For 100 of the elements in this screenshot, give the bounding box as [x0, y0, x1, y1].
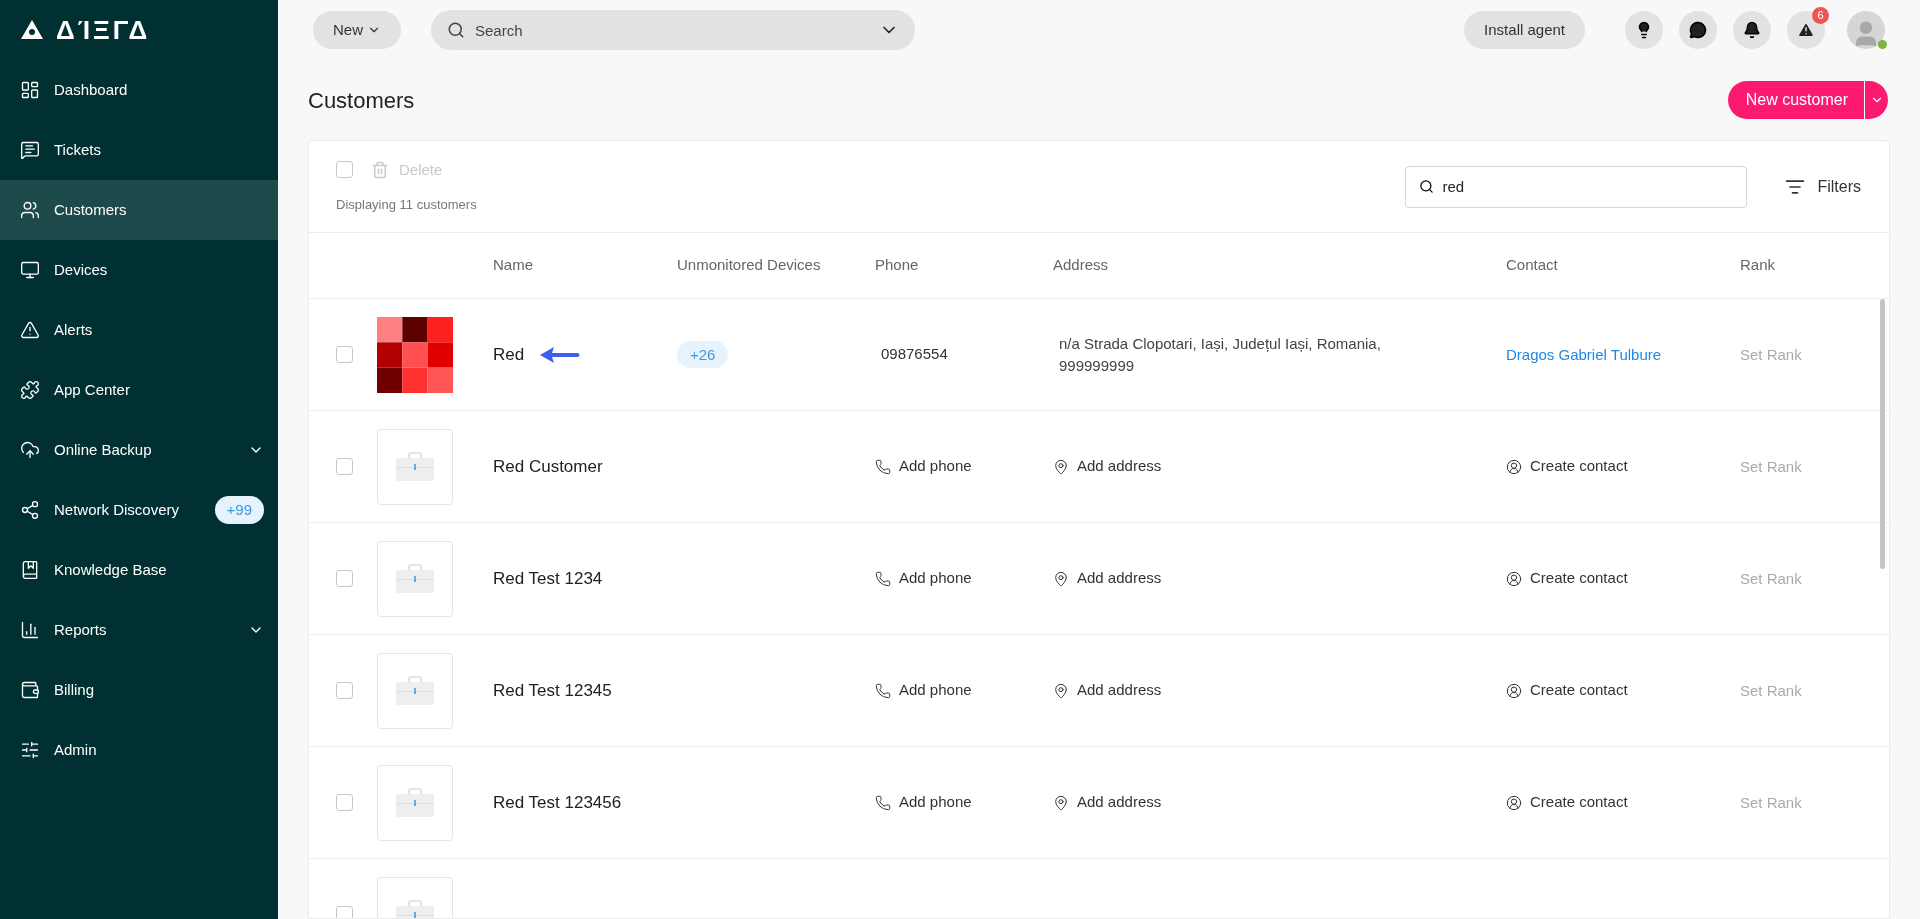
sidebar-item[interactable]: App Center — [0, 360, 278, 420]
sidebar-item[interactable]: Reports — [0, 600, 278, 660]
search-icon — [447, 21, 465, 39]
sidebar-label: Dashboard — [54, 79, 129, 100]
warning-icon — [1797, 21, 1815, 39]
sidebar-item[interactable]: Network Discovery +99 — [0, 480, 278, 540]
sliders-icon — [20, 740, 40, 760]
sidebar-label: App Center — [54, 379, 131, 400]
add-address-link[interactable]: Add address — [1053, 455, 1162, 478]
new-button[interactable]: New — [313, 11, 401, 49]
network-icon — [20, 500, 40, 520]
sidebar-label: Reports — [54, 619, 108, 640]
customer-name[interactable]: Red Test 12345 — [493, 677, 612, 704]
users-icon — [20, 200, 40, 220]
briefcase-logo-icon — [377, 652, 453, 729]
checkbox[interactable] — [336, 682, 353, 699]
checkbox[interactable] — [336, 458, 353, 475]
add-phone-link[interactable]: Add phone — [875, 791, 972, 814]
column-header: Address — [1053, 256, 1109, 274]
sidebar-item[interactable]: Billing — [0, 660, 278, 720]
customer-name[interactable]: Red Customer — [493, 453, 603, 480]
map-pin-icon — [1053, 794, 1069, 811]
bell-icon — [1743, 21, 1761, 39]
map-pin-icon — [1053, 570, 1069, 587]
checkbox[interactable] — [336, 794, 353, 811]
create-contact-link[interactable]: Create contact — [1506, 679, 1628, 702]
create-contact-link[interactable]: Create contact — [1506, 567, 1628, 590]
trash-icon — [371, 160, 389, 179]
phone-icon — [875, 570, 891, 587]
result-count: Displaying 11 customers — [336, 196, 477, 214]
customer-name[interactable]: Red Test 123456 — [493, 789, 622, 816]
sidebar-item[interactable]: Dashboard — [0, 60, 278, 120]
sidebar-item[interactable]: Customers — [0, 180, 278, 240]
user-circle-icon — [1506, 794, 1522, 811]
monitor-icon — [20, 260, 40, 280]
map-pin-icon — [1053, 458, 1069, 475]
chat-button[interactable] — [1679, 11, 1717, 49]
create-contact-link[interactable]: Create contact — [1506, 791, 1628, 814]
logo-icon — [20, 19, 44, 41]
checkbox[interactable] — [336, 346, 353, 363]
filters-button[interactable]: Filters — [1785, 174, 1861, 199]
sidebar-item[interactable]: Knowledge Base — [0, 540, 278, 600]
customer-name[interactable]: Red Test 1234 — [493, 565, 603, 592]
add-address-link[interactable]: Add address — [1053, 791, 1162, 814]
phone-icon — [875, 458, 891, 475]
sidebar-label: Online Backup — [54, 439, 153, 460]
add-address-link[interactable]: Add address — [1053, 567, 1162, 590]
add-phone-link[interactable]: Add phone — [875, 679, 972, 702]
new-customer-button[interactable]: New customer — [1727, 81, 1864, 119]
sidebar-item[interactable]: Online Backup — [0, 420, 278, 480]
sidebar-label: Alerts — [54, 319, 94, 340]
brand-logo: ΔΊΞΓΔ — [56, 13, 151, 47]
add-phone-link[interactable]: Add phone — [875, 455, 972, 478]
bar-chart-icon — [20, 620, 40, 640]
sidebar-label: Devices — [54, 259, 109, 280]
add-phone-link[interactable]: Add phone — [875, 567, 972, 590]
sidebar-label: Network Discovery — [54, 499, 181, 520]
phone-icon — [875, 794, 891, 811]
customer-name[interactable]: Red — [493, 341, 525, 368]
checkbox[interactable] — [336, 906, 353, 918]
sidebar-item[interactable]: Devices — [0, 240, 278, 300]
briefcase-logo-icon — [377, 428, 453, 505]
pixel-logo-icon — [377, 316, 453, 393]
checkbox[interactable] — [336, 161, 353, 179]
column-header: Phone — [875, 256, 919, 274]
sidebar-label: Admin — [54, 739, 98, 760]
notifications-button[interactable] — [1733, 11, 1771, 49]
count-badge: +99 — [214, 495, 264, 525]
book-icon — [20, 560, 40, 580]
column-header: Contact — [1506, 256, 1558, 274]
column-header: Rank — [1740, 256, 1776, 274]
briefcase-logo-icon — [377, 540, 453, 617]
sidebar-label: Tickets — [54, 139, 102, 160]
dropdown-button[interactable] — [1864, 81, 1888, 119]
create-contact-link[interactable]: Create contact — [1506, 455, 1628, 478]
warning-icon — [20, 320, 40, 340]
sidebar-item[interactable]: Tickets — [0, 120, 278, 180]
address-text: n/a Strada Clopotari, Iași, Județul Iași, Romania, 999999999 — [1058, 333, 1382, 376]
search-icon — [1419, 178, 1435, 194]
chat-icon — [1689, 21, 1707, 39]
column-header: Unmonitored Devices — [677, 256, 821, 274]
sidebar-item[interactable]: Alerts — [0, 300, 278, 360]
contact-link[interactable]: Dragos Gabriel Tulbure — [1506, 345, 1662, 363]
phone-icon — [875, 682, 891, 699]
dashboard-icon — [20, 80, 40, 100]
briefcase-logo-icon — [377, 764, 453, 841]
map-pin-icon — [1053, 682, 1069, 699]
search-field[interactable]: Search — [431, 10, 915, 50]
avatar[interactable] — [1847, 11, 1885, 49]
user-circle-icon — [1506, 570, 1522, 587]
alerts-button[interactable] — [1787, 11, 1825, 49]
sidebar-label: Knowledge Base — [54, 559, 168, 580]
ideas-button[interactable] — [1625, 11, 1663, 49]
install-agent-button[interactable]: Install agent — [1464, 11, 1585, 49]
filter-search-field[interactable]: red — [1405, 165, 1748, 208]
checkbox[interactable] — [336, 570, 353, 587]
add-address-link[interactable]: Add address — [1053, 679, 1162, 702]
sidebar-label: Billing — [54, 679, 96, 700]
puzzle-icon — [20, 380, 40, 400]
sidebar-item[interactable]: Admin — [0, 720, 278, 780]
